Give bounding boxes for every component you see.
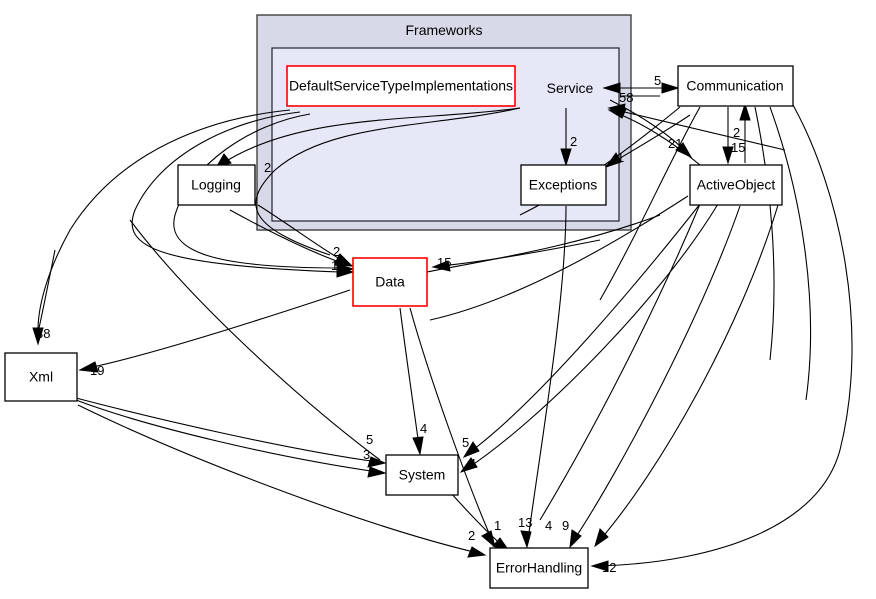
node-exceptions-label: Exceptions xyxy=(529,177,597,193)
node-defaultservicetypeimplementations[interactable]: DefaultServiceTypeImplementations xyxy=(286,65,516,107)
node-exceptions[interactable]: Exceptions xyxy=(520,164,607,206)
node-system[interactable]: System xyxy=(385,454,459,496)
node-communication-label: Communication xyxy=(686,78,783,94)
node-defaultservicetypeimplementations-label: DefaultServiceTypeImplementations xyxy=(289,78,513,94)
edge-label-activeobject-to-communication: 15 xyxy=(731,140,745,155)
edge-label-logging-2: 2 xyxy=(264,160,271,175)
edge-label-errorhandling-12: 12 xyxy=(602,560,616,575)
edge-label-system-3: 3 xyxy=(363,447,370,462)
edge-label-service-58: 58 xyxy=(619,90,633,105)
edge-label-system-4: 4 xyxy=(420,421,427,436)
edge-label-data-2: 2 xyxy=(333,244,340,259)
node-errorhandling-label: ErrorHandling xyxy=(496,560,582,576)
node-data[interactable]: Data xyxy=(352,257,428,307)
edge-label-communication-to-activeobject: 2 xyxy=(733,125,740,140)
node-communication[interactable]: Communication xyxy=(677,65,794,107)
edge-label-activeobject-21: 21 xyxy=(668,136,682,151)
edge-label-system-1: 1 xyxy=(470,456,477,471)
edge-label-xml-38: 38 xyxy=(36,326,50,341)
edge-label-errorhandling-9: 9 xyxy=(562,518,569,533)
edge-label-data-15-right: 15 xyxy=(437,255,451,270)
edge-label-exceptions-1: 1 xyxy=(617,150,624,165)
cluster-service-label: Service xyxy=(547,80,594,96)
edge-label-errorhandling-2: 2 xyxy=(468,528,475,543)
edge-label-data-15-left: 15 xyxy=(331,258,345,273)
node-activeobject-label: ActiveObject xyxy=(697,177,776,193)
node-logging-label: Logging xyxy=(191,177,241,193)
edge-label-errorhandling-1: 1 xyxy=(494,518,501,533)
node-xml-label: Xml xyxy=(29,369,53,385)
node-logging[interactable]: Logging xyxy=(177,164,256,206)
edge-label-errorhandling-4: 4 xyxy=(545,518,552,533)
node-xml[interactable]: Xml xyxy=(4,352,78,402)
edge-label-system-5-left: 5 xyxy=(366,432,373,447)
cluster-frameworks-label: Frameworks xyxy=(405,22,482,38)
edge-label-xml-19: 19 xyxy=(90,363,104,378)
edge-label-service-to-exceptions: 2 xyxy=(570,134,577,149)
edge-label-errorhandling-13: 13 xyxy=(518,515,532,530)
node-activeobject[interactable]: ActiveObject xyxy=(689,164,783,206)
edge-label-service-from-communication: 5 xyxy=(654,73,661,88)
node-system-label: System xyxy=(399,467,446,483)
dependency-graph-canvas: Frameworks Service DefaultServiceTypeImp… xyxy=(0,0,876,599)
edge-label-system-5-right: 5 xyxy=(462,435,469,450)
node-errorhandling[interactable]: ErrorHandling xyxy=(489,547,589,589)
node-data-label: Data xyxy=(375,274,405,290)
